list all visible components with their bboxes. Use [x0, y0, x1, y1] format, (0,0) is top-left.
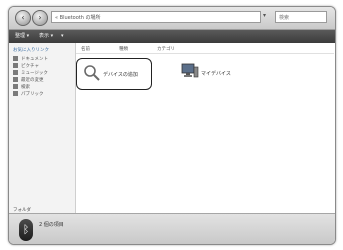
favorites-header: お気に入りリンク — [13, 48, 49, 53]
sidebar-item-documents[interactable]: ドキュメント — [13, 56, 48, 62]
folder-icon — [13, 70, 18, 75]
bluetooth-icon: ᛒ — [19, 219, 33, 241]
folder-icon — [13, 63, 18, 68]
forward-button[interactable]: › — [32, 10, 48, 26]
folder-icon — [13, 77, 18, 82]
sidebar-item-search[interactable]: 検索 — [13, 84, 30, 90]
sidebar-item-label: 検索 — [21, 85, 30, 90]
sidebar-item-label: ドキュメント — [21, 57, 48, 62]
computer-icon — [181, 63, 199, 78]
folder-icon — [13, 84, 18, 89]
sidebar-item-public[interactable]: パブリック — [13, 91, 44, 97]
more-button[interactable]: ▾ — [61, 32, 64, 41]
title-bar: ‹ › « Bluetooth の場所 ▾ 検索 — [9, 7, 335, 30]
details-pane — [9, 213, 335, 244]
column-type[interactable]: 種類 — [119, 46, 128, 52]
folder-icon — [13, 91, 18, 96]
column-divider — [76, 53, 334, 54]
column-name[interactable]: 名前 — [81, 46, 90, 52]
sidebar-item-label: 最近の変更 — [21, 78, 44, 83]
navigation-pane: お気に入りリンク ドキュメント ピクチャ ミュージック 最近の変更 検索 パブリ… — [9, 43, 76, 213]
column-category[interactable]: カテゴリ — [157, 46, 175, 52]
sidebar-item-label: ミュージック — [21, 71, 48, 76]
back-button[interactable]: ‹ — [15, 10, 31, 26]
sidebar-item-label: ピクチャ — [21, 64, 39, 69]
explorer-window: ‹ › « Bluetooth の場所 ▾ 検索 整理 ▾ 表示 ▾ ▾ お気に… — [8, 6, 336, 245]
sidebar-item-pictures[interactable]: ピクチャ — [13, 63, 39, 69]
sidebar-item-label: パブリック — [21, 92, 44, 97]
address-bar[interactable]: « Bluetooth の場所 — [51, 11, 261, 23]
sidebar-item-recent[interactable]: 最近の変更 — [13, 77, 44, 83]
organize-button[interactable]: 整理 ▾ — [15, 32, 29, 41]
item-count: 2 個の項目 — [39, 222, 64, 228]
sidebar-item-music[interactable]: ミュージック — [13, 70, 48, 76]
folder-icon — [13, 56, 18, 61]
my-devices-item[interactable]: マイデバイス — [179, 61, 249, 85]
search-input[interactable]: 検索 — [275, 11, 327, 23]
toolbar: 整理 ▾ 表示 ▾ ▾ — [9, 30, 335, 43]
magnifier-icon — [84, 65, 100, 81]
my-devices-label: マイデバイス — [201, 71, 231, 77]
refresh-icon[interactable]: ▾ — [263, 12, 266, 19]
view-button[interactable]: 表示 ▾ — [39, 32, 53, 41]
add-device-label: デバイスの追加 — [103, 72, 138, 78]
add-device-item[interactable]: デバイスの追加 — [76, 58, 152, 90]
